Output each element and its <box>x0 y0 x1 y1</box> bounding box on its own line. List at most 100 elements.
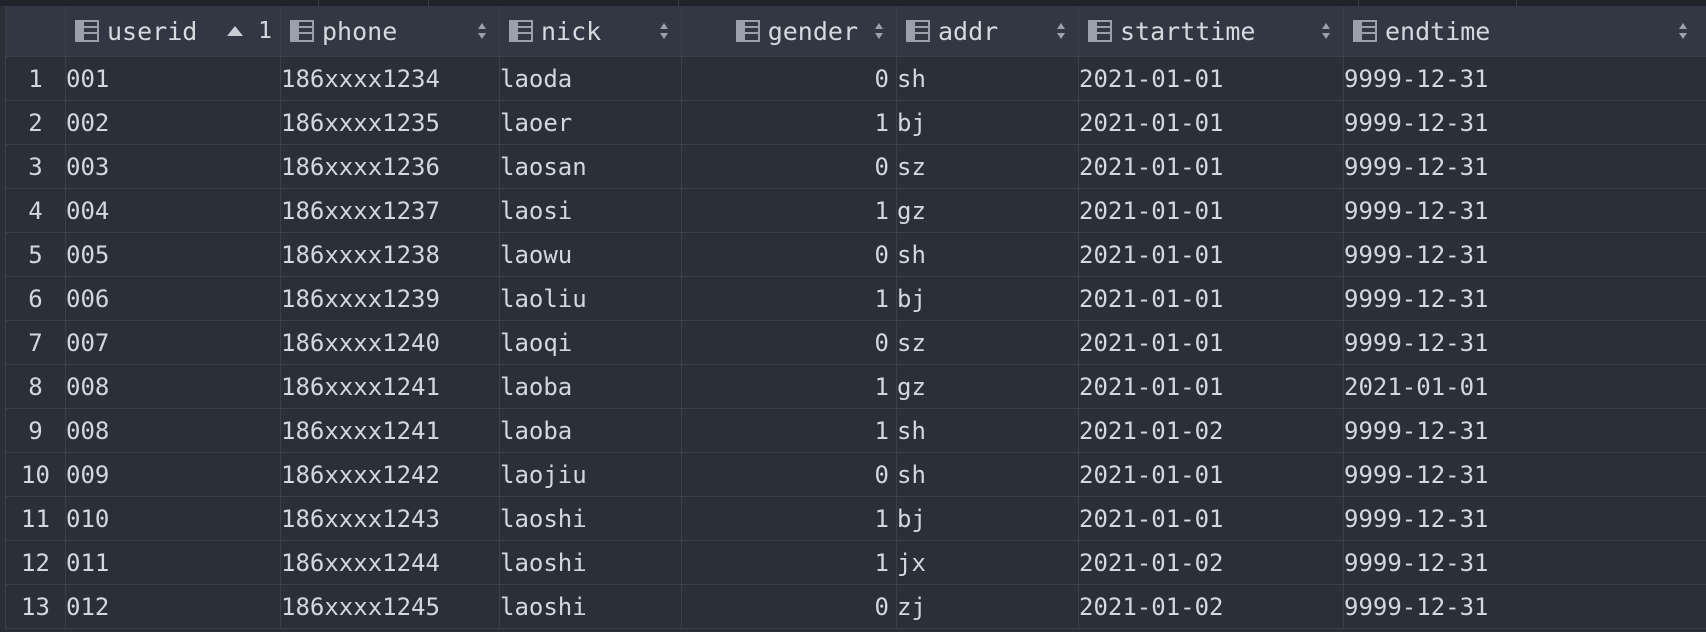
cell-nick[interactable]: laowu <box>499 232 682 277</box>
cell-starttime[interactable]: 2021-01-01 <box>1078 56 1344 101</box>
cell-addr[interactable]: zj <box>896 584 1079 629</box>
cell-endtime[interactable]: 9999-12-31 <box>1343 276 1706 321</box>
table-row[interactable]: 4 004 186xxxx1237 laosi 1 gz 2021-01-01 … <box>5 188 1706 233</box>
sort-updown-icon[interactable] <box>874 21 884 41</box>
row-number[interactable]: 9 <box>5 408 66 453</box>
cell-starttime[interactable]: 2021-01-02 <box>1078 408 1344 453</box>
cell-nick[interactable]: laoshi <box>499 496 682 541</box>
cell-userid[interactable]: 011 <box>65 540 281 585</box>
cell-nick[interactable]: laoda <box>499 56 682 101</box>
cell-phone[interactable]: 186xxxx1241 <box>280 364 500 409</box>
table-row[interactable]: 5 005 186xxxx1238 laowu 0 sh 2021-01-01 … <box>5 232 1706 277</box>
sort-updown-icon[interactable] <box>1056 21 1066 41</box>
table-row[interactable]: 12 011 186xxxx1244 laoshi 1 jx 2021-01-0… <box>5 540 1706 585</box>
row-number[interactable]: 6 <box>5 276 66 321</box>
cell-userid[interactable]: 003 <box>65 144 281 189</box>
table-row[interactable]: 8 008 186xxxx1241 laoba 1 gz 2021-01-01 … <box>5 364 1706 409</box>
cell-addr[interactable]: sz <box>896 144 1079 189</box>
cell-addr[interactable]: gz <box>896 188 1079 233</box>
cell-phone[interactable]: 186xxxx1235 <box>280 100 500 145</box>
cell-gender[interactable]: 0 <box>681 144 897 189</box>
cell-endtime[interactable]: 9999-12-31 <box>1343 100 1706 145</box>
cell-userid[interactable]: 008 <box>65 364 281 409</box>
cell-nick[interactable]: laoqi <box>499 320 682 365</box>
sort-updown-icon[interactable] <box>477 21 487 41</box>
cell-phone[interactable]: 186xxxx1234 <box>280 56 500 101</box>
cell-addr[interactable]: bj <box>896 276 1079 321</box>
cell-nick[interactable]: laoer <box>499 100 682 145</box>
cell-addr[interactable]: bj <box>896 496 1079 541</box>
row-number[interactable]: 4 <box>5 188 66 233</box>
row-number[interactable]: 13 <box>5 584 66 629</box>
row-number[interactable]: 1 <box>5 56 66 101</box>
cell-phone[interactable]: 186xxxx1241 <box>280 408 500 453</box>
cell-starttime[interactable]: 2021-01-01 <box>1078 144 1344 189</box>
row-number[interactable]: 10 <box>5 452 66 497</box>
cell-gender[interactable]: 1 <box>681 188 897 233</box>
cell-nick[interactable]: laoba <box>499 364 682 409</box>
sort-ascending-icon[interactable] <box>226 25 244 37</box>
sort-updown-icon[interactable] <box>1678 21 1688 41</box>
cell-starttime[interactable]: 2021-01-01 <box>1078 188 1344 233</box>
table-row[interactable]: 7 007 186xxxx1240 laoqi 0 sz 2021-01-01 … <box>5 320 1706 365</box>
table-row[interactable]: 13 012 186xxxx1245 laoshi 0 zj 2021-01-0… <box>5 584 1706 629</box>
row-number[interactable]: 12 <box>5 540 66 585</box>
cell-gender[interactable]: 0 <box>681 232 897 277</box>
cell-endtime[interactable]: 9999-12-31 <box>1343 144 1706 189</box>
cell-phone[interactable]: 186xxxx1244 <box>280 540 500 585</box>
cell-gender[interactable]: 0 <box>681 320 897 365</box>
table-row[interactable]: 9 008 186xxxx1241 laoba 1 sh 2021-01-02 … <box>5 408 1706 453</box>
cell-phone[interactable]: 186xxxx1239 <box>280 276 500 321</box>
cell-gender[interactable]: 0 <box>681 452 897 497</box>
cell-endtime[interactable]: 9999-12-31 <box>1343 188 1706 233</box>
cell-addr[interactable]: sh <box>896 408 1079 453</box>
cell-starttime[interactable]: 2021-01-01 <box>1078 100 1344 145</box>
cell-addr[interactable]: sh <box>896 56 1079 101</box>
cell-gender[interactable]: 1 <box>681 276 897 321</box>
cell-addr[interactable]: gz <box>896 364 1079 409</box>
cell-phone[interactable]: 186xxxx1237 <box>280 188 500 233</box>
cell-phone[interactable]: 186xxxx1238 <box>280 232 500 277</box>
cell-endtime[interactable]: 9999-12-31 <box>1343 496 1706 541</box>
cell-nick[interactable]: laoshi <box>499 540 682 585</box>
cell-starttime[interactable]: 2021-01-02 <box>1078 540 1344 585</box>
cell-phone[interactable]: 186xxxx1242 <box>280 452 500 497</box>
cell-starttime[interactable]: 2021-01-02 <box>1078 584 1344 629</box>
cell-nick[interactable]: laoshi <box>499 584 682 629</box>
cell-gender[interactable]: 0 <box>681 584 897 629</box>
cell-endtime[interactable]: 9999-12-31 <box>1343 320 1706 365</box>
cell-phone[interactable]: 186xxxx1240 <box>280 320 500 365</box>
cell-addr[interactable]: bj <box>896 100 1079 145</box>
cell-starttime[interactable]: 2021-01-01 <box>1078 232 1344 277</box>
cell-endtime[interactable]: 9999-12-31 <box>1343 408 1706 453</box>
cell-userid[interactable]: 005 <box>65 232 281 277</box>
cell-gender[interactable]: 1 <box>681 100 897 145</box>
cell-starttime[interactable]: 2021-01-01 <box>1078 320 1344 365</box>
cell-userid[interactable]: 010 <box>65 496 281 541</box>
row-number[interactable]: 7 <box>5 320 66 365</box>
cell-nick[interactable]: laojiu <box>499 452 682 497</box>
cell-gender[interactable]: 1 <box>681 364 897 409</box>
table-row[interactable]: 10 009 186xxxx1242 laojiu 0 sh 2021-01-0… <box>5 452 1706 497</box>
table-row[interactable]: 11 010 186xxxx1243 laoshi 1 bj 2021-01-0… <box>5 496 1706 541</box>
cell-phone[interactable]: 186xxxx1245 <box>280 584 500 629</box>
cell-gender[interactable]: 1 <box>681 540 897 585</box>
cell-userid[interactable]: 002 <box>65 100 281 145</box>
cell-starttime[interactable]: 2021-01-01 <box>1078 496 1344 541</box>
cell-endtime[interactable]: 9999-12-31 <box>1343 540 1706 585</box>
cell-nick[interactable]: laoba <box>499 408 682 453</box>
sort-updown-icon[interactable] <box>1321 21 1331 41</box>
cell-starttime[interactable]: 2021-01-01 <box>1078 364 1344 409</box>
row-number[interactable]: 2 <box>5 100 66 145</box>
cell-endtime[interactable]: 9999-12-31 <box>1343 452 1706 497</box>
cell-phone[interactable]: 186xxxx1236 <box>280 144 500 189</box>
cell-addr[interactable]: sz <box>896 320 1079 365</box>
cell-endtime[interactable]: 2021-01-01 <box>1343 364 1706 409</box>
cell-gender[interactable]: 1 <box>681 496 897 541</box>
sort-updown-icon[interactable] <box>659 21 669 41</box>
cell-userid[interactable]: 006 <box>65 276 281 321</box>
cell-endtime[interactable]: 9999-12-31 <box>1343 56 1706 101</box>
cell-gender[interactable]: 1 <box>681 408 897 453</box>
cell-addr[interactable]: sh <box>896 452 1079 497</box>
column-header-endtime[interactable]: endtime <box>1343 6 1706 57</box>
